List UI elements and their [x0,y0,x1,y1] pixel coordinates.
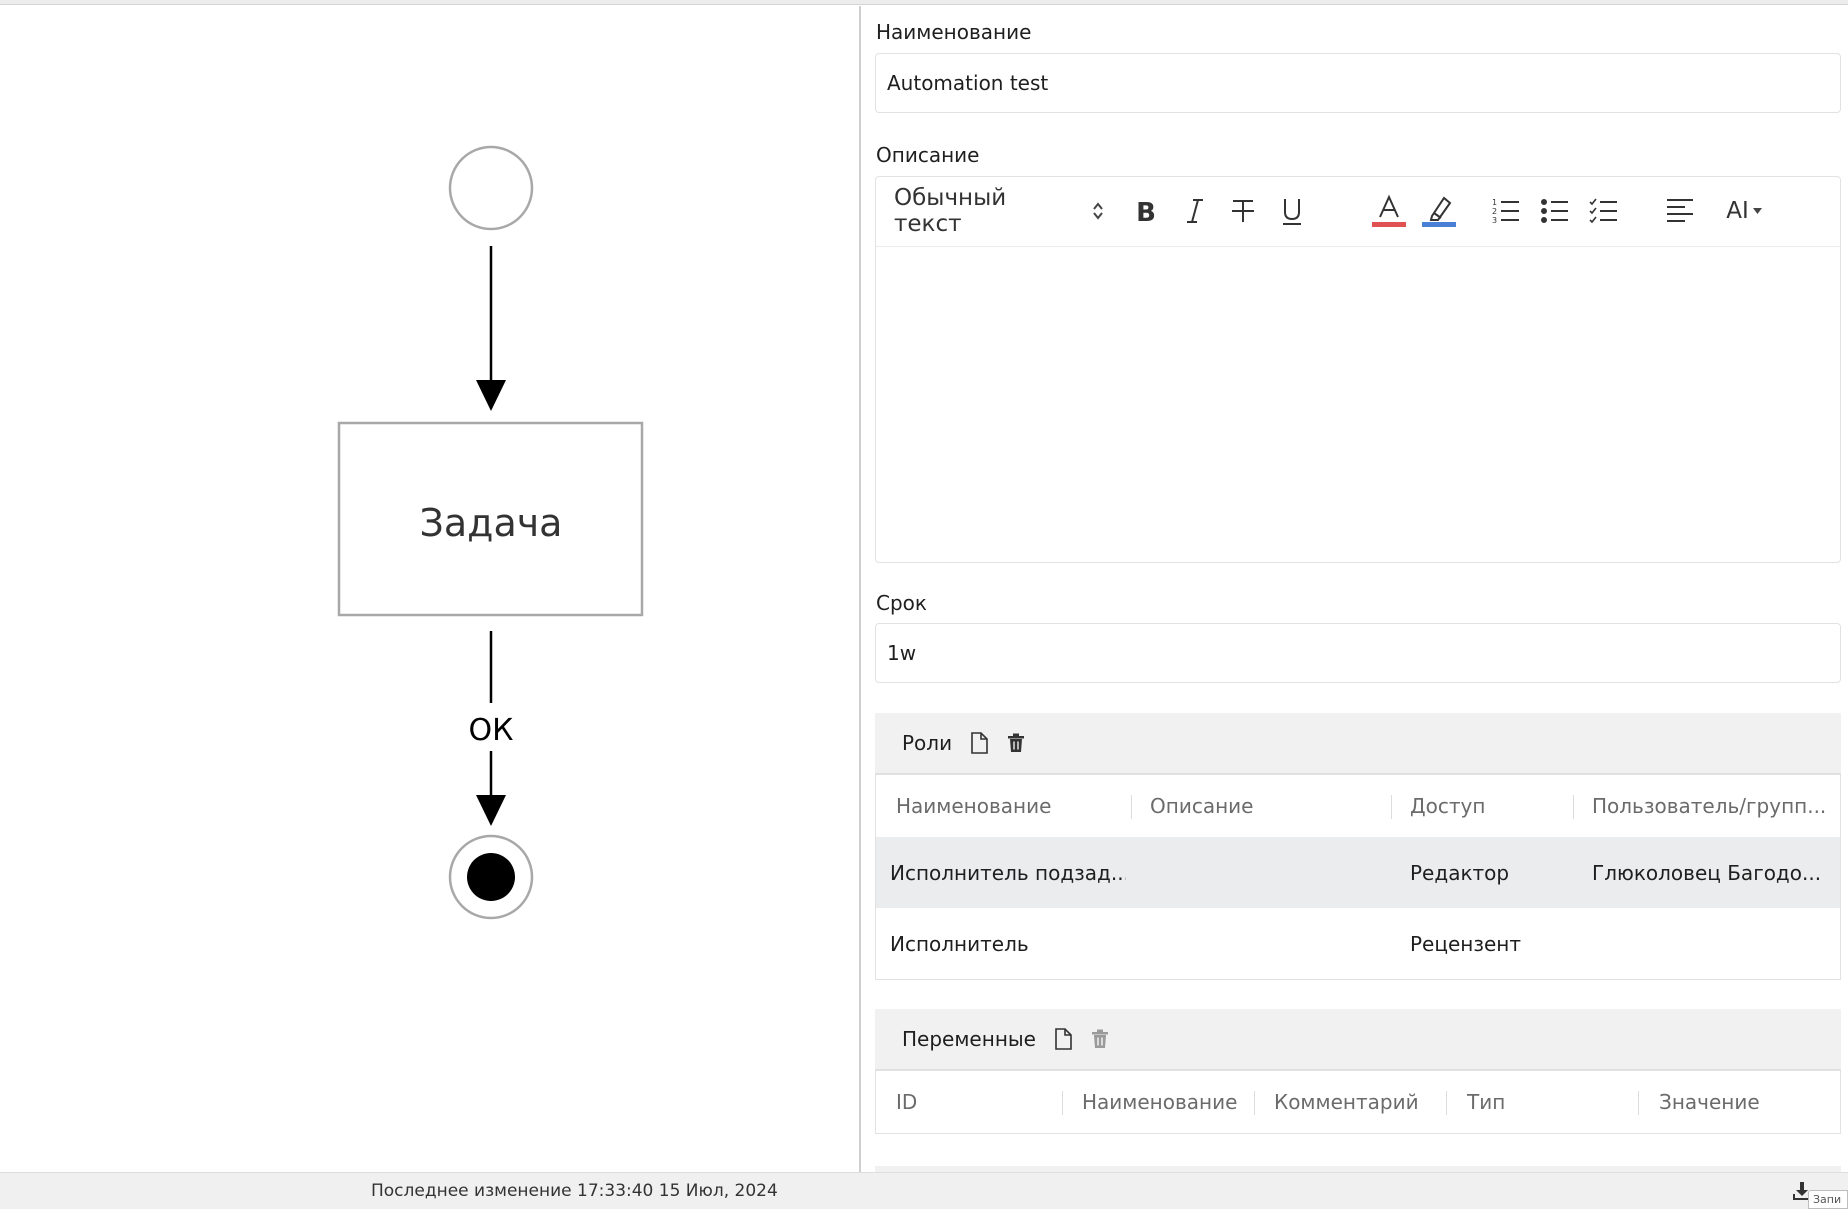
user-task-label: Задача [420,501,563,545]
roles-col-name[interactable]: Наименование [896,775,1116,837]
roles-title: Роли [902,731,953,755]
deadline-input[interactable]: 1w [875,623,1841,683]
editor-toolbar: Обычный текст B 1 2 3 AI [876,177,1840,247]
description-editor-body[interactable] [876,247,1840,562]
role-access-cell: Рецензент [1410,931,1522,956]
roles-col-access[interactable]: Доступ [1410,775,1570,837]
variables-col-value[interactable]: Значение [1659,1071,1829,1133]
roles-col-description[interactable]: Описание [1150,775,1370,837]
top-border [0,0,1848,5]
deadline-label: Срок [876,591,927,615]
roles-table-header: Наименование Описание Доступ Пользовател… [876,775,1840,837]
role-access-cell: Редактор [1410,860,1510,885]
roles-table: Наименование Описание Доступ Пользовател… [875,775,1841,980]
font-color-icon[interactable] [1372,191,1406,231]
text-style-value: Обычный текст [894,185,1007,237]
role-user-cell [1592,908,1832,979]
align-left-icon[interactable] [1663,191,1697,231]
text-style-select[interactable]: Обычный текст [894,185,1104,237]
download-tooltip: Запи [1808,1190,1848,1209]
role-user-cell: Глюколовец Багодо... [1592,860,1822,885]
role-name-cell: Исполнитель подзад... [890,860,1126,885]
bullet-list-icon[interactable] [1538,191,1572,231]
description-editor: Обычный текст B 1 2 3 AI [875,176,1841,563]
svg-text:B: B [1136,198,1156,225]
name-input[interactable]: Automation test [875,53,1841,113]
user-task[interactable]: Задача [337,421,644,617]
roles-section: Роли Наименование Описание Доступ Пользо… [875,713,1841,980]
roles-table-row[interactable]: Исполнитель Рецензент [876,908,1840,979]
variables-header: Переменные [875,1009,1841,1071]
end-event[interactable] [448,834,534,920]
sequence-flow-start-to-task[interactable] [476,246,506,411]
role-description-cell [1150,908,1370,979]
add-variable-file-icon[interactable] [1050,1026,1076,1052]
name-label: Наименование [876,20,1032,44]
add-role-file-icon[interactable] [966,730,992,756]
last-modified-text: Последнее изменение 17:33:40 15 Июл, 202… [371,1181,778,1201]
ai-menu-button[interactable]: AI [1719,191,1769,231]
start-event[interactable] [448,145,534,231]
variables-table: ID Наименование Комментарий Тип Значение [875,1071,1841,1134]
underline-icon[interactable] [1275,191,1309,231]
variables-col-name[interactable]: Наименование [1082,1071,1242,1133]
status-bar: Последнее изменение 17:33:40 15 Июл, 202… [0,1172,1848,1209]
role-description-cell [1150,837,1370,908]
variables-col-type[interactable]: Тип [1467,1071,1627,1133]
strikethrough-icon[interactable] [1226,191,1260,231]
variables-section: Переменные ID Наименование Комментарий Т… [875,1009,1841,1134]
delete-variable-trash-icon[interactable] [1087,1026,1113,1052]
numbered-list-icon[interactable]: 123 [1489,191,1523,231]
description-label: Описание [876,143,980,167]
svg-text:2: 2 [1492,207,1497,216]
svg-text:3: 3 [1492,216,1497,225]
ai-label: AI [1726,198,1749,224]
roles-header: Роли [875,713,1841,775]
sequence-flow-label: ОК [469,713,514,748]
variables-col-comment[interactable]: Комментарий [1274,1071,1434,1133]
variables-title: Переменные [902,1027,1036,1051]
highlight-icon[interactable] [1422,191,1456,231]
delete-role-trash-icon[interactable] [1003,730,1029,756]
variables-col-id[interactable]: ID [896,1071,1046,1133]
caret-down-icon [1752,208,1762,214]
properties-panel: Наименование Automation test Описание Об… [861,6,1848,1172]
updown-chevron-icon [1092,201,1104,221]
process-diagram-canvas[interactable]: Задача ОК [0,6,859,1172]
variables-table-header: ID Наименование Комментарий Тип Значение [876,1071,1840,1133]
svg-text:1: 1 [1492,198,1497,207]
checklist-icon[interactable] [1587,191,1621,231]
bold-icon[interactable]: B [1129,191,1163,231]
roles-col-user[interactable]: Пользователь/групп... [1592,775,1830,837]
sequence-flow-ok[interactable]: ОК [469,631,514,826]
roles-table-row[interactable]: Исполнитель подзад... Редактор Глюколове… [876,837,1840,908]
italic-icon[interactable] [1178,191,1212,231]
role-name-cell: Исполнитель [890,931,1029,956]
